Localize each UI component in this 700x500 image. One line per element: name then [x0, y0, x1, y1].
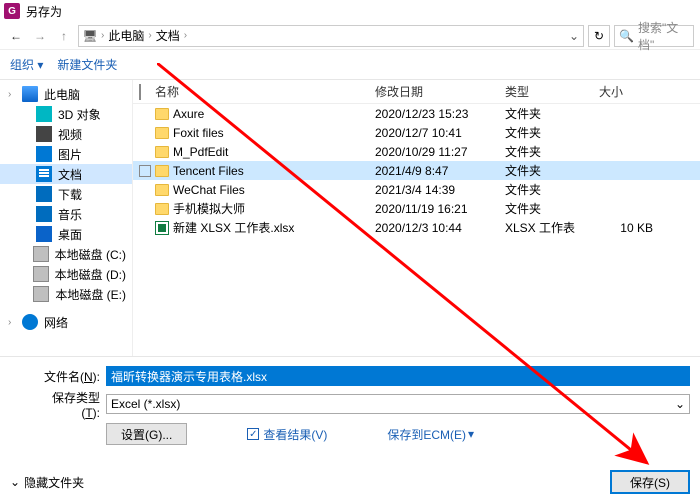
chevron-right-icon: › — [8, 317, 16, 328]
organize-menu[interactable]: 组织 ▾ — [10, 56, 43, 73]
save-to-ecm-link[interactable]: 保存到ECM(E) ▾ — [387, 426, 474, 443]
app-icon: G — [4, 3, 20, 19]
col-size[interactable]: 大小 — [599, 83, 659, 100]
file-row[interactable]: Tencent Files2021/4/9 8:47文件夹 — [133, 161, 700, 180]
select-all-checkbox[interactable] — [139, 84, 141, 100]
filename-label: 文件名(N): — [36, 368, 100, 385]
folder-icon — [155, 146, 169, 158]
sidebar-label: 下载 — [58, 186, 82, 203]
sidebar-label: 网络 — [44, 314, 68, 331]
sidebar-icon — [22, 314, 38, 330]
search-icon: 🔍 — [619, 29, 634, 43]
sidebar-item[interactable]: 下载 — [0, 184, 132, 204]
new-folder-button[interactable]: 新建文件夹 — [57, 56, 117, 73]
folder-icon — [155, 165, 169, 177]
save-button[interactable]: 保存(S) — [610, 470, 690, 494]
sidebar-label: 本地磁盘 (C:) — [55, 246, 126, 263]
file-row[interactable]: Axure2020/12/23 15:23文件夹 — [133, 104, 700, 123]
file-row[interactable]: Foxit files2020/12/7 10:41文件夹 — [133, 123, 700, 142]
col-name[interactable]: 名称 — [155, 83, 375, 100]
sidebar-label: 本地磁盘 (D:) — [55, 266, 126, 283]
sidebar-label: 视频 — [58, 126, 82, 143]
checkbox-icon: ✓ — [247, 428, 259, 440]
sidebar-label: 音乐 — [58, 206, 82, 223]
back-button[interactable]: ← — [6, 26, 26, 46]
refresh-button[interactable]: ↻ — [588, 25, 610, 47]
sidebar-item[interactable]: 本地磁盘 (C:) — [0, 244, 132, 264]
file-row[interactable]: M_PdfEdit2020/10/29 11:27文件夹 — [133, 142, 700, 161]
forward-button[interactable]: → — [30, 26, 50, 46]
sidebar-item[interactable]: 文档 — [0, 164, 132, 184]
sidebar-item[interactable]: › 网络 — [0, 312, 132, 332]
folder-icon — [155, 184, 169, 196]
breadcrumb[interactable]: 🖥 › 此电脑 › 文档 › ⌄ — [78, 25, 584, 47]
search-placeholder: 搜索"文档" — [638, 19, 689, 53]
sidebar-item[interactable]: 桌面 — [0, 224, 132, 244]
breadcrumb-root[interactable]: 此电脑 — [108, 27, 144, 44]
sidebar-icon — [36, 166, 52, 182]
sidebar-icon — [33, 286, 49, 302]
up-button[interactable]: ↑ — [54, 26, 74, 46]
sidebar-icon — [36, 146, 52, 162]
filename-input[interactable] — [106, 366, 690, 386]
file-row[interactable]: 新建 XLSX 工作表.xlsx2020/12/3 10:44XLSX 工作表1… — [133, 218, 700, 237]
settings-button[interactable]: 设置(G)... — [106, 423, 187, 445]
sidebar-icon — [33, 266, 49, 282]
sidebar-item[interactable]: 本地磁盘 (D:) — [0, 264, 132, 284]
xlsx-icon — [155, 221, 169, 235]
file-row[interactable]: 手机模拟大师2020/11/19 16:21文件夹 — [133, 199, 700, 218]
sidebar: › 此电脑 3D 对象视频图片文档下载音乐桌面本地磁盘 (C:) 本地磁盘 (D:) 本… — [0, 80, 132, 356]
sidebar-icon — [36, 106, 52, 122]
sidebar-item[interactable]: 本地磁盘 (E:) — [0, 284, 132, 304]
file-row[interactable]: WeChat Files2021/3/4 14:39文件夹 — [133, 180, 700, 199]
col-type[interactable]: 类型 — [505, 83, 599, 100]
window-title: 另存为 — [26, 3, 62, 20]
sidebar-icon — [36, 206, 52, 222]
sidebar-label: 桌面 — [58, 226, 82, 243]
sidebar-label: 3D 对象 — [58, 106, 101, 123]
chevron-right-icon: › — [148, 30, 151, 41]
chevron-down-icon: ▾ — [468, 427, 474, 441]
chevron-right-icon: › — [184, 30, 187, 41]
sidebar-item[interactable]: › 此电脑 — [0, 84, 132, 104]
sidebar-label: 文档 — [58, 166, 82, 183]
row-checkbox[interactable] — [139, 165, 151, 177]
sidebar-icon — [36, 126, 52, 142]
col-date[interactable]: 修改日期 — [375, 83, 505, 100]
sidebar-label: 图片 — [58, 146, 82, 163]
column-headers: 名称 修改日期 类型 大小 — [133, 80, 700, 104]
view-result-checkbox[interactable]: ✓ 查看结果(V) — [247, 426, 327, 443]
sidebar-label: 此电脑 — [44, 86, 80, 103]
sidebar-icon — [33, 246, 49, 262]
pc-icon: 🖥 — [83, 29, 97, 43]
breadcrumb-folder[interactable]: 文档 — [156, 27, 180, 44]
hide-folders-toggle[interactable]: ⌄ 隐藏文件夹 — [10, 474, 84, 491]
sidebar-label: 本地磁盘 (E:) — [55, 286, 126, 303]
sidebar-item[interactable]: 图片 — [0, 144, 132, 164]
sidebar-icon — [36, 186, 52, 202]
chevron-down-icon: ⌄ — [675, 397, 685, 411]
filetype-label: 保存类型(T): — [36, 389, 100, 420]
folder-icon — [155, 203, 169, 215]
chevron-right-icon: › — [8, 89, 16, 100]
sidebar-item[interactable]: 视频 — [0, 124, 132, 144]
breadcrumb-dropdown[interactable]: ⌄ — [569, 29, 579, 43]
sidebar-icon — [36, 226, 52, 242]
folder-icon — [155, 108, 169, 120]
file-list: Axure2020/12/23 15:23文件夹Foxit files2020/… — [133, 104, 700, 356]
folder-icon — [155, 127, 169, 139]
sidebar-icon — [22, 86, 38, 102]
sidebar-item[interactable]: 3D 对象 — [0, 104, 132, 124]
filetype-combo[interactable]: Excel (*.xlsx) ⌄ — [106, 394, 690, 414]
chevron-right-icon: › — [101, 30, 104, 41]
search-input[interactable]: 🔍 搜索"文档" — [614, 25, 694, 47]
chevron-down-icon: ⌄ — [10, 475, 20, 489]
sidebar-item[interactable]: 音乐 — [0, 204, 132, 224]
